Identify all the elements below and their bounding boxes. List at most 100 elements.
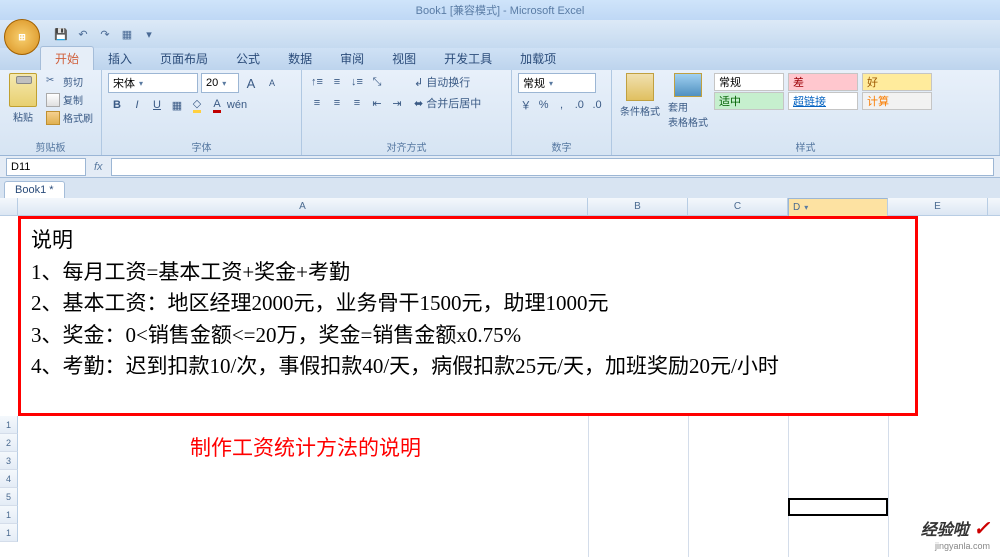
indent-dec-icon: ⇤ xyxy=(372,97,381,110)
row-hdr[interactable]: 1 xyxy=(0,416,18,434)
col-a[interactable]: A xyxy=(18,198,588,215)
paste-icon xyxy=(9,73,37,107)
paste-label: 粘贴 xyxy=(13,109,33,124)
tab-home[interactable]: 开始 xyxy=(40,46,94,70)
cond-format-button[interactable]: 条件格式 xyxy=(618,73,662,129)
bold-button[interactable]: B xyxy=(108,96,126,114)
border-button[interactable]: ▦ xyxy=(168,96,186,114)
tab-formula[interactable]: 公式 xyxy=(222,47,274,70)
tab-view[interactable]: 视图 xyxy=(378,47,430,70)
check-icon: ✓ xyxy=(973,518,990,540)
dec-dec-button[interactable]: .0 xyxy=(589,96,605,114)
orient-button[interactable]: ⤡ xyxy=(368,73,386,91)
percent-button[interactable]: % xyxy=(536,96,552,114)
fill-icon: ◇ xyxy=(193,97,201,113)
grow-font-button[interactable]: A xyxy=(242,74,260,92)
italic-button[interactable]: I xyxy=(128,96,146,114)
row-hdr[interactable]: 4 xyxy=(0,470,18,488)
number-format-select[interactable]: 常规 xyxy=(518,73,596,93)
col-c[interactable]: C xyxy=(688,198,788,215)
align-center-button[interactable]: ≡ xyxy=(328,94,346,112)
paste-button[interactable]: 粘贴 xyxy=(6,73,40,133)
name-box[interactable]: D11 xyxy=(6,158,86,176)
col-e[interactable]: E xyxy=(888,198,988,215)
phonetic-button[interactable]: wén xyxy=(228,96,246,114)
tab-layout[interactable]: 页面布局 xyxy=(146,47,222,70)
row-hdr[interactable]: 2 xyxy=(0,434,18,452)
format-painter-button[interactable]: 格式刷 xyxy=(44,109,95,126)
tab-review[interactable]: 审阅 xyxy=(326,47,378,70)
style-link[interactable]: 超链接 xyxy=(788,92,858,110)
format-icon xyxy=(46,111,60,125)
window-filename: Book1 [兼容模式] xyxy=(416,5,500,17)
copy-icon xyxy=(46,93,60,107)
align-left-button[interactable]: ≡ xyxy=(308,94,326,112)
qat-more-icon[interactable]: ▾ xyxy=(140,25,158,43)
border-icon: ▦ xyxy=(172,99,182,112)
undo-icon[interactable]: ↶ xyxy=(74,25,92,43)
group-clipboard: 粘贴 ✂剪切 复制 格式刷 剪贴板 xyxy=(0,70,102,155)
row-hdr[interactable]: 5 xyxy=(0,488,18,506)
underline-button[interactable]: U xyxy=(148,96,166,114)
comma-button[interactable]: , xyxy=(554,96,570,114)
save-icon[interactable]: 💾 xyxy=(52,25,70,43)
row-hdr[interactable]: 1 xyxy=(0,506,18,524)
table-format-button[interactable]: 套用 表格格式 xyxy=(666,73,710,129)
wrap-button[interactable]: ↲自动换行 xyxy=(410,73,485,91)
align-mid-button[interactable]: ≡ xyxy=(328,73,346,91)
content-title: 说明 xyxy=(31,225,905,257)
copy-button[interactable]: 复制 xyxy=(44,91,95,108)
shrink-font-icon: A xyxy=(269,78,275,88)
fill-color-button[interactable]: ◇ xyxy=(188,96,206,114)
font-group-label: 字体 xyxy=(108,137,295,154)
font-name-select[interactable]: 宋体 xyxy=(108,73,198,93)
tab-insert[interactable]: 插入 xyxy=(94,47,146,70)
sheet-tab[interactable]: Book1 * xyxy=(4,181,65,198)
fx-icon[interactable]: fx xyxy=(94,161,103,173)
shrink-font-button[interactable]: A xyxy=(263,74,281,92)
align-top-button[interactable]: ↑≡ xyxy=(308,73,326,91)
excel-icon[interactable]: ▦ xyxy=(118,25,136,43)
dec-dec-icon: .0 xyxy=(592,99,601,111)
row-hdr[interactable]: 1 xyxy=(0,524,18,542)
merge-icon: ⬌ xyxy=(414,97,423,110)
align-bot-icon: ↓≡ xyxy=(351,76,363,88)
formula-input[interactable] xyxy=(111,158,994,176)
redo-icon[interactable]: ↷ xyxy=(96,25,114,43)
align-right-button[interactable]: ≡ xyxy=(348,94,366,112)
grid[interactable]: A B C D E 说明 1、每月工资=基本工资+奖金+考勤 2、基本工资：地区… xyxy=(0,198,1000,557)
style-good[interactable]: 好 xyxy=(862,73,932,91)
font-size-select[interactable]: 20 xyxy=(201,73,239,93)
workbook-tabs: Book1 * xyxy=(0,178,1000,198)
tab-data[interactable]: 数据 xyxy=(274,47,326,70)
align-group-label: 对齐方式 xyxy=(308,137,505,154)
style-normal[interactable]: 常规 xyxy=(714,73,784,91)
content-line-1: 1、每月工资=基本工资+奖金+考勤 xyxy=(31,257,905,289)
office-button[interactable]: ⊞ xyxy=(4,19,40,55)
currency-button[interactable]: ￥ xyxy=(518,96,534,114)
selected-cell[interactable] xyxy=(788,498,888,516)
orient-icon: ⤡ xyxy=(373,76,382,89)
style-calc[interactable]: 计算 xyxy=(862,92,932,110)
align-center-icon: ≡ xyxy=(334,97,340,109)
style-ok[interactable]: 适中 xyxy=(714,92,784,110)
cut-button[interactable]: ✂剪切 xyxy=(44,73,95,90)
col-d[interactable]: D xyxy=(788,198,888,218)
dec-inc-button[interactable]: .0 xyxy=(571,96,587,114)
table-format-icon xyxy=(674,73,702,97)
merge-button[interactable]: ⬌合并后居中 xyxy=(410,94,485,112)
select-all-corner[interactable] xyxy=(0,198,18,215)
indent-inc-button[interactable]: ⇥ xyxy=(388,94,406,112)
align-bot-button[interactable]: ↓≡ xyxy=(348,73,366,91)
tab-dev[interactable]: 开发工具 xyxy=(430,47,506,70)
tab-addin[interactable]: 加载项 xyxy=(506,47,570,70)
col-b[interactable]: B xyxy=(588,198,688,215)
office-icon: ⊞ xyxy=(18,32,26,43)
row-hdr[interactable]: 3 xyxy=(0,452,18,470)
cut-icon: ✂ xyxy=(46,75,60,89)
style-bad[interactable]: 差 xyxy=(788,73,858,91)
phonetic-icon: wén xyxy=(227,99,247,111)
indent-dec-button[interactable]: ⇤ xyxy=(368,94,386,112)
annotation-box: 说明 1、每月工资=基本工资+奖金+考勤 2、基本工资：地区经理2000元，业务… xyxy=(18,216,918,416)
font-color-button[interactable]: A xyxy=(208,96,226,114)
